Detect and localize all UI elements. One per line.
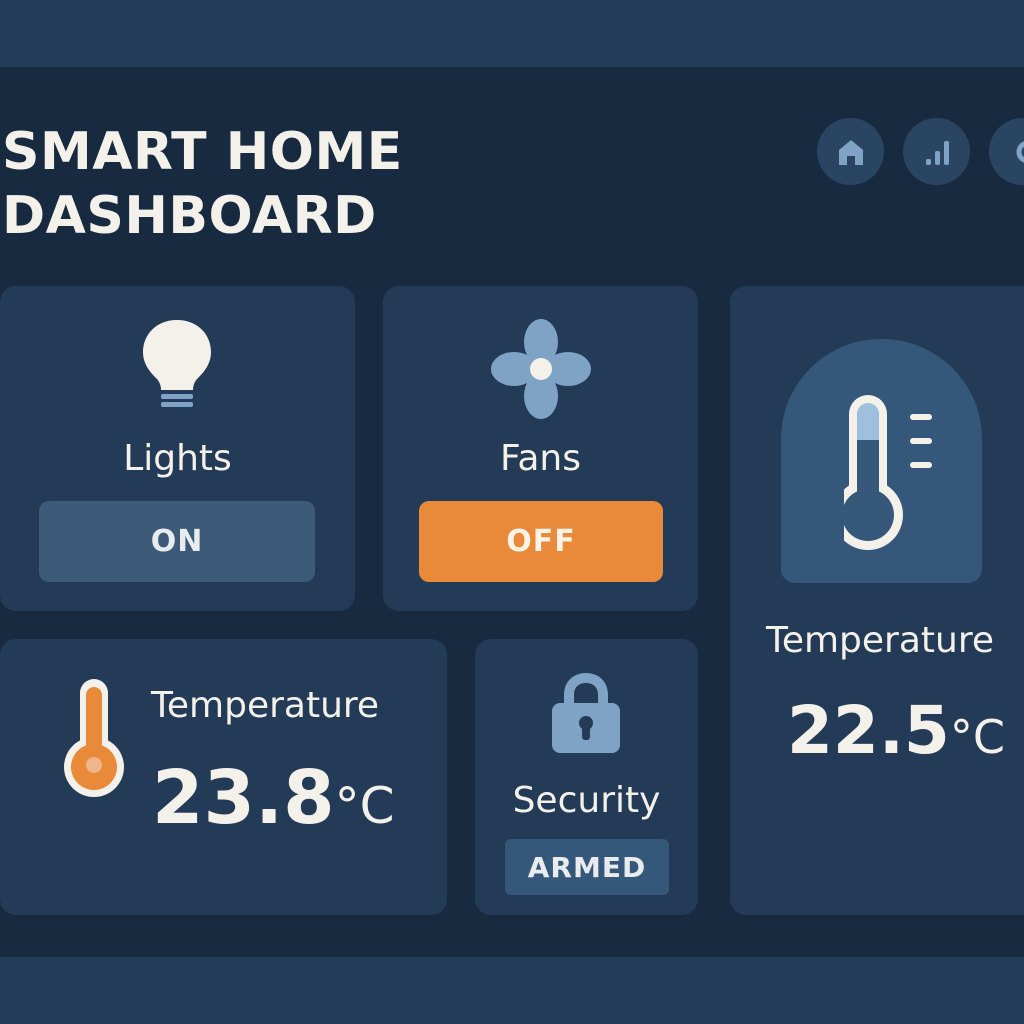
lights-card: Lights ON bbox=[0, 286, 355, 611]
thermometer-icon bbox=[844, 395, 932, 550]
temperature-card-small: Temperature 23.8°C bbox=[0, 639, 447, 915]
fans-card: Fans OFF bbox=[383, 286, 698, 611]
temperature-large-unit: °C bbox=[949, 710, 1005, 764]
temperature-small-unit: °C bbox=[334, 777, 395, 835]
bottom-bar bbox=[0, 957, 1024, 1024]
page-title-line-2: DASHBOARD bbox=[2, 186, 377, 246]
search-icon bbox=[1016, 140, 1024, 163]
thermometer-icon bbox=[64, 679, 124, 797]
security-card: Security ARMED bbox=[475, 639, 698, 915]
security-status-badge[interactable]: ARMED bbox=[505, 839, 669, 895]
security-label: Security bbox=[512, 780, 661, 821]
lights-label: Lights bbox=[123, 438, 232, 479]
temperature-card-large: Temperature 22.5°C bbox=[730, 286, 1024, 915]
top-bar bbox=[0, 0, 1024, 67]
temperature-large-label: Temperature bbox=[765, 620, 995, 661]
fans-toggle-button[interactable]: OFF bbox=[419, 501, 663, 582]
home-button[interactable] bbox=[817, 118, 884, 185]
signal-button[interactable] bbox=[903, 118, 970, 185]
temperature-small-value: 23.8 bbox=[152, 755, 335, 841]
home-icon bbox=[838, 139, 863, 165]
temperature-large-value-group: 22.5°C bbox=[787, 692, 1005, 769]
temperature-small-label: Temperature bbox=[151, 685, 380, 726]
page-title-line-1: SMART HOME bbox=[2, 122, 403, 182]
lights-toggle-button[interactable]: ON bbox=[39, 501, 315, 582]
lightbulb-icon bbox=[143, 320, 211, 407]
temperature-small-value-group: 23.8°C bbox=[152, 755, 395, 841]
lock-icon bbox=[552, 673, 620, 753]
fan-icon bbox=[491, 319, 591, 419]
temperature-large-value: 22.5 bbox=[787, 692, 950, 769]
page-title: SMART HOME DASHBOARD bbox=[2, 120, 403, 248]
signal-icon bbox=[925, 140, 949, 165]
fans-label: Fans bbox=[499, 438, 582, 479]
